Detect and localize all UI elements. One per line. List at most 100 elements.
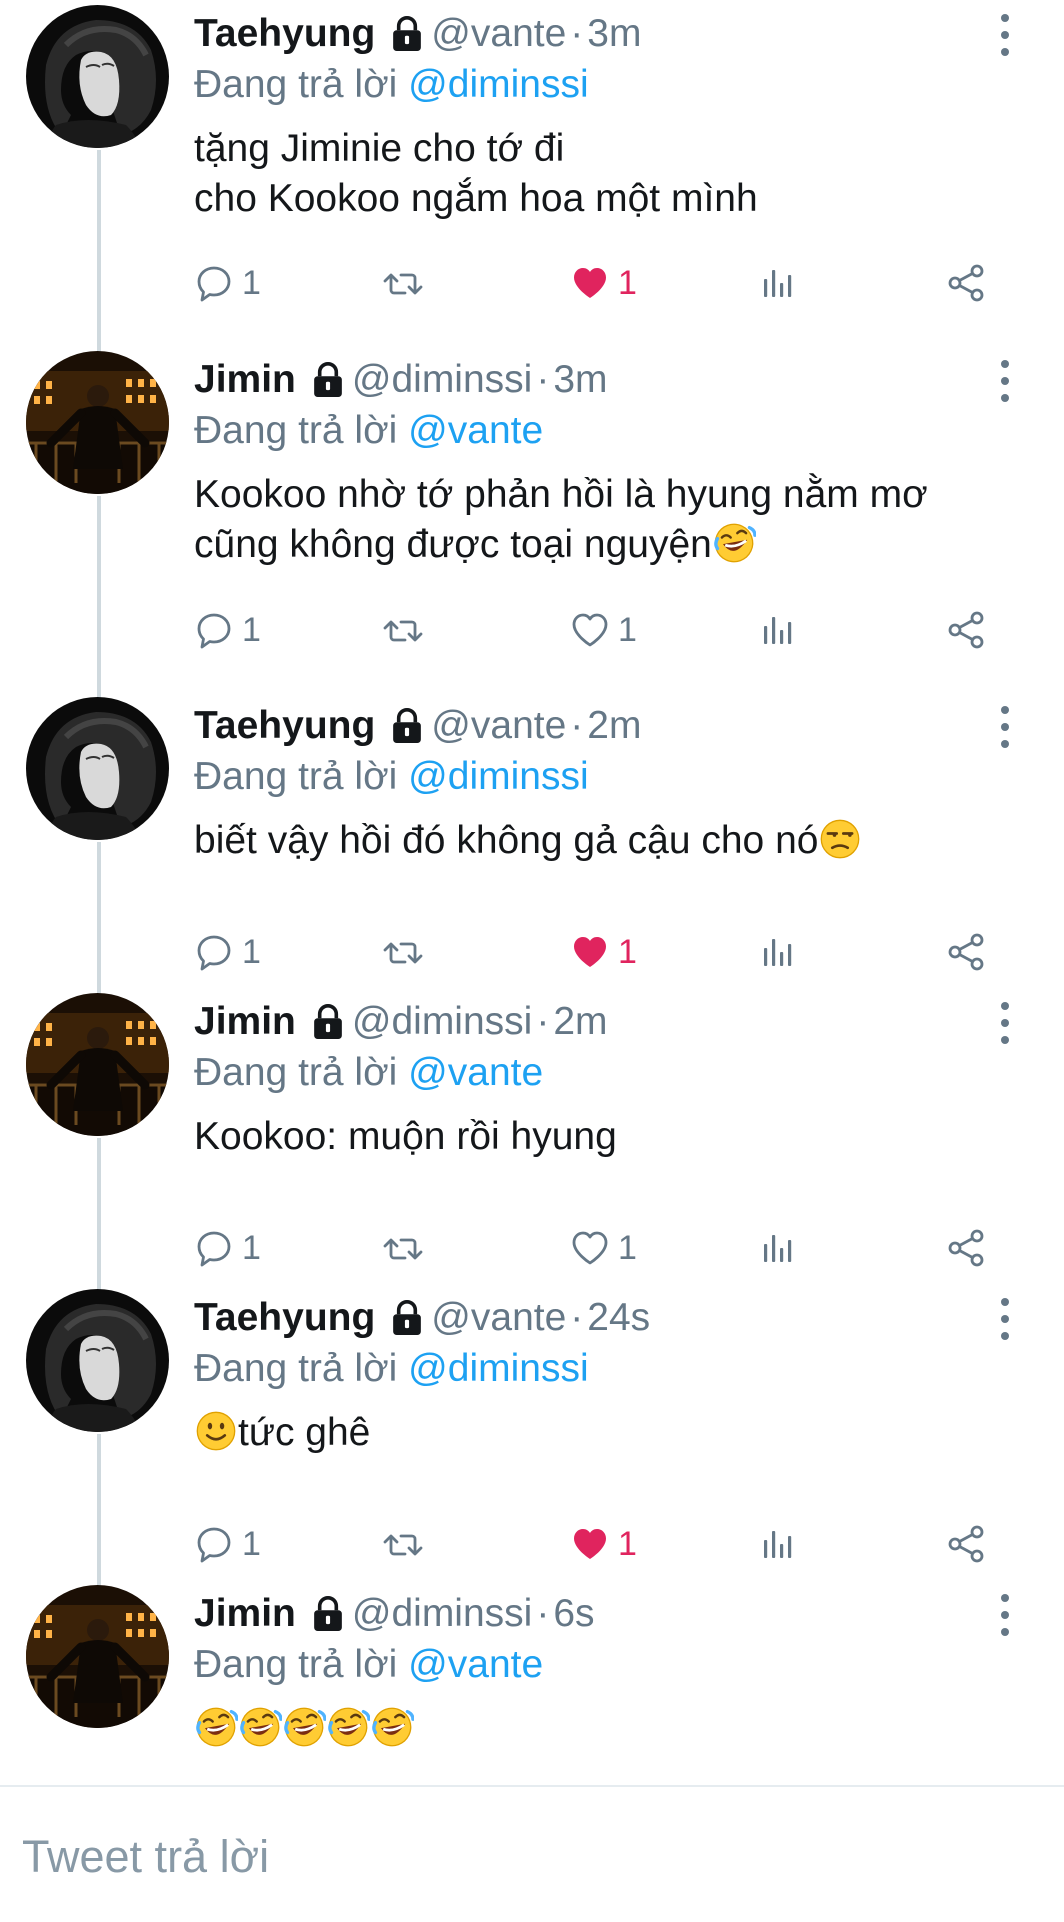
- share-button[interactable]: [946, 922, 988, 982]
- heart-button[interactable]: 1: [570, 253, 637, 313]
- retweet-button[interactable]: [382, 1514, 424, 1574]
- timestamp[interactable]: 6s: [553, 1592, 594, 1635]
- heart-icon: [570, 609, 612, 651]
- user-handle[interactable]: @diminssi: [352, 358, 532, 401]
- timestamp[interactable]: 24s: [587, 1296, 650, 1339]
- tweet-text: tặng Jiminie cho tớ đi cho Kookoo ngắm h…: [194, 124, 1024, 224]
- reply-count: 1: [242, 1524, 261, 1563]
- reply-input[interactable]: [22, 1827, 1022, 1887]
- heart-button[interactable]: 1: [570, 922, 637, 982]
- more-icon[interactable]: [990, 1590, 1020, 1640]
- analytics-button[interactable]: [758, 253, 800, 313]
- avatar[interactable]: [26, 697, 169, 840]
- replying-to-label: Đang trả lời: [194, 63, 398, 106]
- heart-button[interactable]: 1: [570, 1218, 637, 1278]
- retweet-button[interactable]: [382, 600, 424, 660]
- retweet-button[interactable]: [382, 253, 424, 313]
- share-button[interactable]: [946, 253, 988, 313]
- retweet-button[interactable]: [382, 1218, 424, 1278]
- share-icon: [946, 609, 988, 651]
- reply-icon: [194, 1227, 236, 1269]
- analytics-button[interactable]: [758, 922, 800, 982]
- display-name[interactable]: Jimin: [194, 358, 296, 401]
- share-button[interactable]: [946, 1514, 988, 1574]
- mention-link[interactable]: @diminssi: [408, 755, 588, 798]
- share-button[interactable]: [946, 1218, 988, 1278]
- reply-button[interactable]: 1: [194, 1218, 261, 1278]
- tweet-actions: 11: [194, 253, 1024, 313]
- mention-link[interactable]: @diminssi: [408, 63, 588, 106]
- display-name[interactable]: Taehyung: [194, 1296, 375, 1339]
- more-icon[interactable]: [990, 1294, 1020, 1344]
- replying-to-label: Đang trả lời: [194, 409, 398, 452]
- analytics-button[interactable]: [758, 1514, 800, 1574]
- replying-to: Đang trả lời @diminssi: [194, 1344, 589, 1394]
- analytics-icon: [758, 609, 800, 651]
- reply-composer[interactable]: [0, 1785, 1064, 1922]
- tweet-text: Kookoo: muộn rồi hyung: [194, 1112, 1024, 1162]
- retweet-icon: [382, 931, 424, 973]
- user-handle[interactable]: @vante: [431, 704, 566, 747]
- timestamp[interactable]: 2m: [553, 1000, 607, 1043]
- reply-button[interactable]: 1: [194, 600, 261, 660]
- retweet-button[interactable]: [382, 922, 424, 982]
- tweet-text-content: tặng Jiminie cho tớ đi cho Kookoo ngắm h…: [194, 127, 758, 220]
- lock-icon: [389, 1299, 425, 1335]
- heart-count: 1: [618, 610, 637, 649]
- heart-button[interactable]: 1: [570, 600, 637, 660]
- rofl-emoji: [370, 1705, 415, 1762]
- user-handle[interactable]: @diminssi: [352, 1000, 532, 1043]
- tweet[interactable]: Taehyung @vante · 2m Đang trả lời @diminssi b…: [0, 692, 1064, 988]
- analytics-button[interactable]: [758, 1218, 800, 1278]
- heart-icon: [570, 262, 612, 304]
- user-handle[interactable]: @vante: [431, 1296, 566, 1339]
- more-icon[interactable]: [990, 356, 1020, 406]
- rofl-emoji: [712, 521, 757, 578]
- share-button[interactable]: [946, 600, 988, 660]
- reply-icon: [194, 609, 236, 651]
- separator-dot: ·: [570, 12, 584, 55]
- mention-link[interactable]: @vante: [408, 1643, 543, 1686]
- slight-smile-emoji: [194, 1409, 238, 1466]
- tweet-text: tức ghê: [194, 1408, 1024, 1466]
- timestamp[interactable]: 3m: [553, 358, 607, 401]
- avatar[interactable]: [26, 993, 169, 1136]
- tweet[interactable]: Jimin @diminssi · 2m Đang trả lời @vante Kook…: [0, 988, 1064, 1284]
- avatar[interactable]: [26, 351, 169, 494]
- timestamp[interactable]: 2m: [587, 704, 641, 747]
- tweet[interactable]: Jimin @diminssi · 6s Đang trả lời @vante: [0, 1580, 1064, 1785]
- more-icon[interactable]: [990, 10, 1020, 60]
- share-icon: [946, 1523, 988, 1565]
- heart-button[interactable]: 1: [570, 1514, 637, 1574]
- replying-to-label: Đang trả lời: [194, 1643, 398, 1686]
- tweet-header: Jimin @diminssi · 6s: [194, 1588, 595, 1640]
- tweet-header: Taehyung @vante · 2m: [194, 700, 641, 752]
- display-name[interactable]: Taehyung: [194, 12, 375, 55]
- more-icon[interactable]: [990, 998, 1020, 1048]
- avatar[interactable]: [26, 1289, 169, 1432]
- tweet[interactable]: Taehyung @vante · 3m Đang trả lời @diminssi t…: [0, 0, 1064, 346]
- mention-link[interactable]: @vante: [408, 1051, 543, 1094]
- mention-link[interactable]: @diminssi: [408, 1347, 588, 1390]
- share-icon: [946, 1227, 988, 1269]
- display-name[interactable]: Taehyung: [194, 704, 375, 747]
- display-name[interactable]: Jimin: [194, 1592, 296, 1635]
- user-handle[interactable]: @diminssi: [352, 1592, 532, 1635]
- more-icon[interactable]: [990, 702, 1020, 752]
- tweet[interactable]: Jimin @diminssi · 3m Đang trả lời @vante Kook…: [0, 346, 1064, 692]
- avatar[interactable]: [26, 1585, 169, 1728]
- reply-button[interactable]: 1: [194, 253, 261, 313]
- avatar[interactable]: [26, 5, 169, 148]
- reply-count: 1: [242, 1228, 261, 1267]
- mention-link[interactable]: @vante: [408, 409, 543, 452]
- timestamp[interactable]: 3m: [587, 12, 641, 55]
- user-handle[interactable]: @vante: [431, 12, 566, 55]
- replying-to-label: Đang trả lời: [194, 755, 398, 798]
- tweet[interactable]: Taehyung @vante · 24s Đang trả lời @diminssi…: [0, 1284, 1064, 1580]
- reply-button[interactable]: 1: [194, 922, 261, 982]
- tweet-header: Jimin @diminssi · 3m: [194, 354, 608, 406]
- display-name[interactable]: Jimin: [194, 1000, 296, 1043]
- rofl-emoji: [238, 1705, 283, 1762]
- reply-button[interactable]: 1: [194, 1514, 261, 1574]
- analytics-button[interactable]: [758, 600, 800, 660]
